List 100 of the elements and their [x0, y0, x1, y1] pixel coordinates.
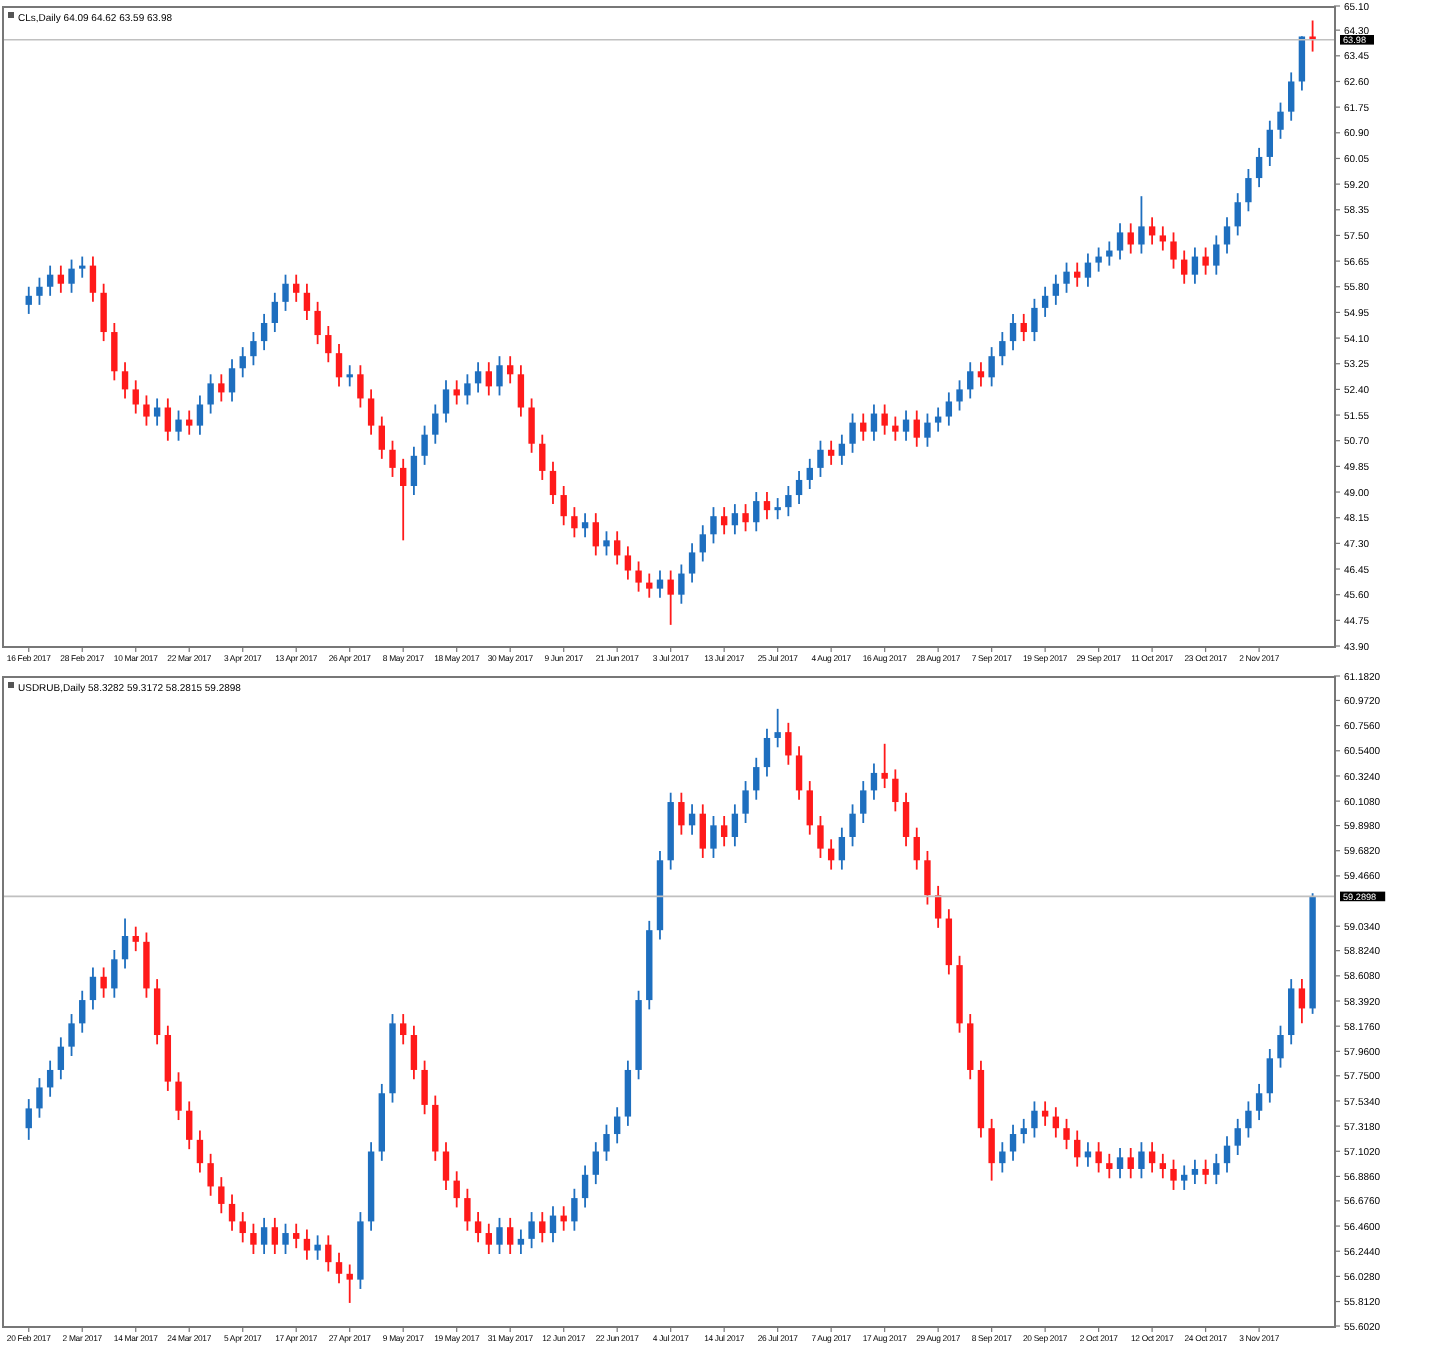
candlestick — [314, 300, 321, 346]
candlestick — [1020, 313, 1027, 342]
candlestick — [731, 503, 739, 536]
candlestick — [89, 255, 97, 303]
candlestick — [592, 1141, 599, 1186]
candlestick — [1277, 101, 1284, 140]
candlestick — [613, 1106, 621, 1145]
candlestick — [1245, 168, 1252, 213]
candlestick — [860, 780, 867, 824]
candlestick — [303, 1228, 311, 1261]
candlestick — [795, 745, 803, 801]
candlestick — [293, 1222, 300, 1250]
candlestick — [1106, 1152, 1113, 1180]
candlestick — [720, 815, 728, 848]
candlestick — [175, 1071, 182, 1121]
candlestick — [442, 379, 450, 424]
candlestick — [36, 1077, 43, 1119]
candlestick — [549, 460, 557, 506]
candlestick — [710, 506, 717, 545]
candlestick — [785, 485, 792, 518]
candlestick — [881, 742, 888, 789]
candlestick — [806, 780, 813, 836]
candlestick — [25, 1098, 32, 1141]
candlestick — [1266, 1048, 1274, 1104]
candlestick — [924, 412, 931, 448]
candlestick — [357, 364, 364, 409]
candlestick — [967, 361, 974, 400]
candlestick — [742, 780, 749, 824]
candlestick — [999, 1141, 1006, 1174]
candlestick — [271, 291, 279, 333]
candlestick — [421, 424, 428, 466]
candlestick — [79, 989, 86, 1034]
candlestick — [282, 273, 289, 312]
candlestick — [196, 394, 204, 436]
candlestick — [646, 572, 653, 599]
candlestick — [581, 512, 589, 539]
candlestick — [603, 530, 610, 557]
candlestick — [1009, 1123, 1017, 1162]
candlestick — [335, 1251, 343, 1285]
candlestick — [400, 1013, 407, 1046]
candlestick — [539, 433, 546, 481]
candlestick — [1234, 1117, 1241, 1156]
candlestick — [367, 388, 375, 436]
candlestick — [1255, 146, 1263, 189]
candlestick — [57, 1036, 65, 1081]
candlestick — [1031, 297, 1038, 342]
candlestick — [378, 415, 386, 460]
candlestick — [560, 1205, 567, 1232]
candlestick — [432, 1094, 439, 1162]
candlestick — [325, 325, 332, 364]
candlestick — [827, 439, 835, 466]
candlestick — [581, 1164, 589, 1209]
candlestick — [1170, 231, 1177, 270]
candlestick — [100, 966, 107, 999]
candlestick — [1020, 1117, 1027, 1145]
candlestick — [753, 756, 760, 801]
candlestick — [121, 361, 129, 400]
candlestick — [421, 1059, 428, 1116]
candlestick — [785, 721, 792, 766]
candlestick — [132, 379, 139, 415]
candlestick — [46, 1059, 54, 1098]
candlestick — [571, 1187, 578, 1232]
candlestick — [795, 470, 803, 506]
candlestick — [164, 397, 172, 442]
candlestick — [945, 908, 953, 976]
candlestick — [817, 439, 824, 478]
candlestick — [571, 506, 578, 539]
candlestick — [967, 1013, 974, 1081]
candlestick — [913, 409, 920, 448]
candlestick — [517, 364, 525, 418]
candlestick — [474, 1211, 482, 1244]
candlestick — [902, 409, 910, 442]
candlestick — [860, 412, 867, 442]
candlestick — [934, 885, 942, 929]
candlestick — [239, 1211, 246, 1244]
candlestick — [699, 524, 706, 563]
candlestick — [453, 1170, 460, 1209]
candlestick — [1063, 1117, 1070, 1151]
candlestick — [870, 762, 878, 801]
candlestick — [1170, 1158, 1177, 1191]
candlestick — [496, 1217, 503, 1255]
candlestick — [1074, 261, 1081, 288]
candlestick — [624, 545, 632, 581]
candlestick — [153, 978, 161, 1046]
candlestick — [410, 1024, 418, 1081]
candlestick — [1127, 1147, 1134, 1180]
candlestick — [228, 1193, 236, 1232]
candlestick — [400, 457, 407, 542]
candlestick — [186, 409, 193, 436]
candlestick — [36, 276, 43, 306]
candlestick — [196, 1129, 204, 1174]
candlestick — [1213, 1152, 1220, 1186]
candlestick — [1181, 1164, 1188, 1191]
candlestick — [720, 506, 728, 536]
candlestick — [774, 707, 781, 749]
candlestick — [260, 313, 268, 352]
candlestick — [1031, 1100, 1038, 1139]
candlestick — [325, 1234, 332, 1273]
candlestick — [68, 258, 75, 294]
candlestick — [956, 379, 963, 412]
